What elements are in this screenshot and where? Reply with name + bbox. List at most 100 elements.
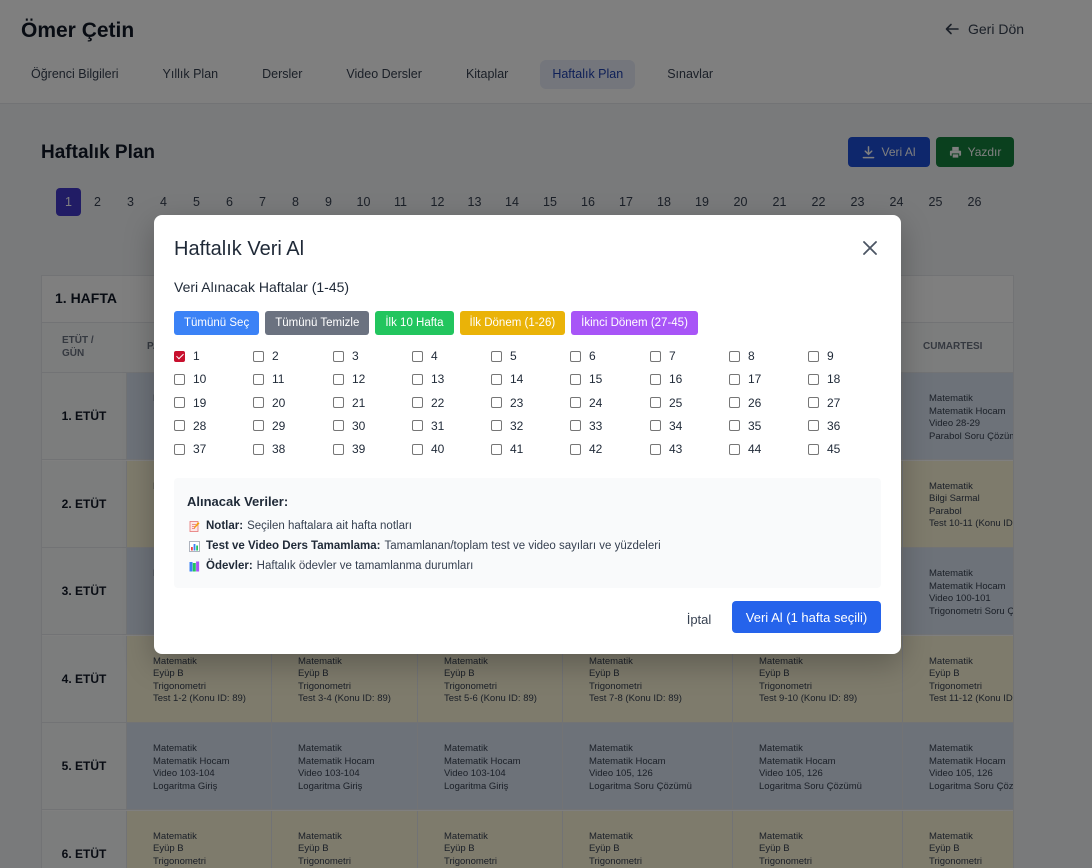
week-checkbox[interactable] <box>808 397 819 409</box>
week-option-3[interactable]: 3 <box>333 349 359 363</box>
week-checkbox[interactable] <box>808 373 819 385</box>
week-option-26[interactable]: 26 <box>729 396 761 410</box>
week-option-38[interactable]: 38 <box>253 442 285 456</box>
submit-export-button[interactable]: Veri Al (1 hafta seçili) <box>732 601 881 633</box>
week-option-19[interactable]: 19 <box>174 396 206 410</box>
info-homework-bold: Ödevler: <box>206 560 253 572</box>
week-option-18[interactable]: 18 <box>808 372 840 386</box>
week-checkbox[interactable] <box>808 443 819 455</box>
week-checkbox[interactable] <box>253 373 264 385</box>
week-checkbox[interactable] <box>253 420 264 432</box>
week-option-28[interactable]: 28 <box>174 419 206 433</box>
week-checkbox[interactable] <box>253 350 264 362</box>
week-checkbox[interactable] <box>808 420 819 432</box>
week-checkbox[interactable] <box>729 397 740 409</box>
week-option-17[interactable]: 17 <box>729 372 761 386</box>
week-option-2[interactable]: 2 <box>253 349 279 363</box>
week-option-16[interactable]: 16 <box>650 372 682 386</box>
week-checkbox[interactable] <box>174 373 185 385</box>
week-checkbox[interactable] <box>570 373 581 385</box>
week-checkbox[interactable] <box>491 373 502 385</box>
week-checkbox[interactable] <box>412 397 423 409</box>
week-option-1[interactable]: 1 <box>174 349 200 363</box>
week-checkbox[interactable] <box>174 420 185 432</box>
week-checkbox[interactable] <box>253 397 264 409</box>
week-checkbox[interactable] <box>808 350 819 362</box>
week-option-8[interactable]: 8 <box>729 349 755 363</box>
week-checkbox[interactable] <box>412 350 423 362</box>
week-checkbox[interactable] <box>333 350 344 362</box>
week-checkbox[interactable] <box>570 397 581 409</box>
week-checkbox-label: 31 <box>431 418 445 433</box>
week-option-33[interactable]: 33 <box>570 419 602 433</box>
week-option-31[interactable]: 31 <box>412 419 444 433</box>
select-all-button[interactable]: Tümünü Seç <box>174 311 260 335</box>
week-checkbox[interactable] <box>333 397 344 409</box>
week-option-21[interactable]: 21 <box>333 396 365 410</box>
week-option-42[interactable]: 42 <box>570 442 602 456</box>
week-option-6[interactable]: 6 <box>570 349 596 363</box>
first-10-weeks-button[interactable]: İlk 10 Hafta <box>375 311 454 335</box>
week-checkbox[interactable] <box>650 373 661 385</box>
week-checkbox[interactable] <box>650 397 661 409</box>
week-checkbox[interactable] <box>570 443 581 455</box>
week-checkbox[interactable] <box>333 373 344 385</box>
week-checkbox[interactable] <box>253 443 264 455</box>
week-checkbox[interactable] <box>491 397 502 409</box>
week-checkbox[interactable] <box>650 443 661 455</box>
close-button[interactable] <box>859 237 881 259</box>
week-option-30[interactable]: 30 <box>333 419 365 433</box>
week-checkbox[interactable] <box>729 373 740 385</box>
second-term-button[interactable]: İkinci Dönem (27-45) <box>571 311 698 335</box>
week-option-40[interactable]: 40 <box>412 442 444 456</box>
clear-all-button[interactable]: Tümünü Temizle <box>265 311 370 335</box>
week-checkbox[interactable] <box>491 350 502 362</box>
week-option-10[interactable]: 10 <box>174 372 206 386</box>
week-checkbox[interactable] <box>729 443 740 455</box>
week-option-25[interactable]: 25 <box>650 396 682 410</box>
week-checkbox[interactable] <box>174 443 185 455</box>
week-option-14[interactable]: 14 <box>491 372 523 386</box>
week-option-34[interactable]: 34 <box>650 419 682 433</box>
week-option-41[interactable]: 41 <box>491 442 523 456</box>
week-checkbox[interactable] <box>729 350 740 362</box>
week-option-43[interactable]: 43 <box>650 442 682 456</box>
week-checkbox[interactable] <box>729 420 740 432</box>
week-option-27[interactable]: 27 <box>808 396 840 410</box>
week-option-11[interactable]: 11 <box>253 372 284 386</box>
week-option-32[interactable]: 32 <box>491 419 523 433</box>
week-option-5[interactable]: 5 <box>491 349 517 363</box>
week-option-23[interactable]: 23 <box>491 396 523 410</box>
week-option-36[interactable]: 36 <box>808 419 840 433</box>
week-option-9[interactable]: 9 <box>808 349 834 363</box>
first-term-button[interactable]: İlk Dönem (1-26) <box>459 311 566 335</box>
week-checkbox[interactable] <box>412 373 423 385</box>
week-checkbox[interactable] <box>174 397 185 409</box>
week-option-22[interactable]: 22 <box>412 396 444 410</box>
week-option-4[interactable]: 4 <box>412 349 438 363</box>
week-option-20[interactable]: 20 <box>253 396 285 410</box>
week-checkbox[interactable] <box>412 443 423 455</box>
week-option-45[interactable]: 45 <box>808 442 840 456</box>
week-option-24[interactable]: 24 <box>570 396 602 410</box>
week-checkbox[interactable] <box>491 443 502 455</box>
week-checkbox[interactable] <box>650 420 661 432</box>
week-checkbox[interactable] <box>491 420 502 432</box>
week-option-13[interactable]: 13 <box>412 372 444 386</box>
week-option-35[interactable]: 35 <box>729 419 761 433</box>
week-option-44[interactable]: 44 <box>729 442 761 456</box>
week-option-39[interactable]: 39 <box>333 442 365 456</box>
week-checkbox[interactable] <box>174 350 185 362</box>
week-option-37[interactable]: 37 <box>174 442 206 456</box>
week-checkbox[interactable] <box>570 350 581 362</box>
week-checkbox[interactable] <box>412 420 423 432</box>
cancel-button[interactable]: İptal <box>674 605 724 633</box>
week-option-15[interactable]: 15 <box>570 372 602 386</box>
week-option-7[interactable]: 7 <box>650 349 676 363</box>
week-checkbox[interactable] <box>333 443 344 455</box>
week-option-12[interactable]: 12 <box>333 372 365 386</box>
week-checkbox[interactable] <box>333 420 344 432</box>
week-option-29[interactable]: 29 <box>253 419 285 433</box>
week-checkbox[interactable] <box>650 350 661 362</box>
week-checkbox[interactable] <box>570 420 581 432</box>
